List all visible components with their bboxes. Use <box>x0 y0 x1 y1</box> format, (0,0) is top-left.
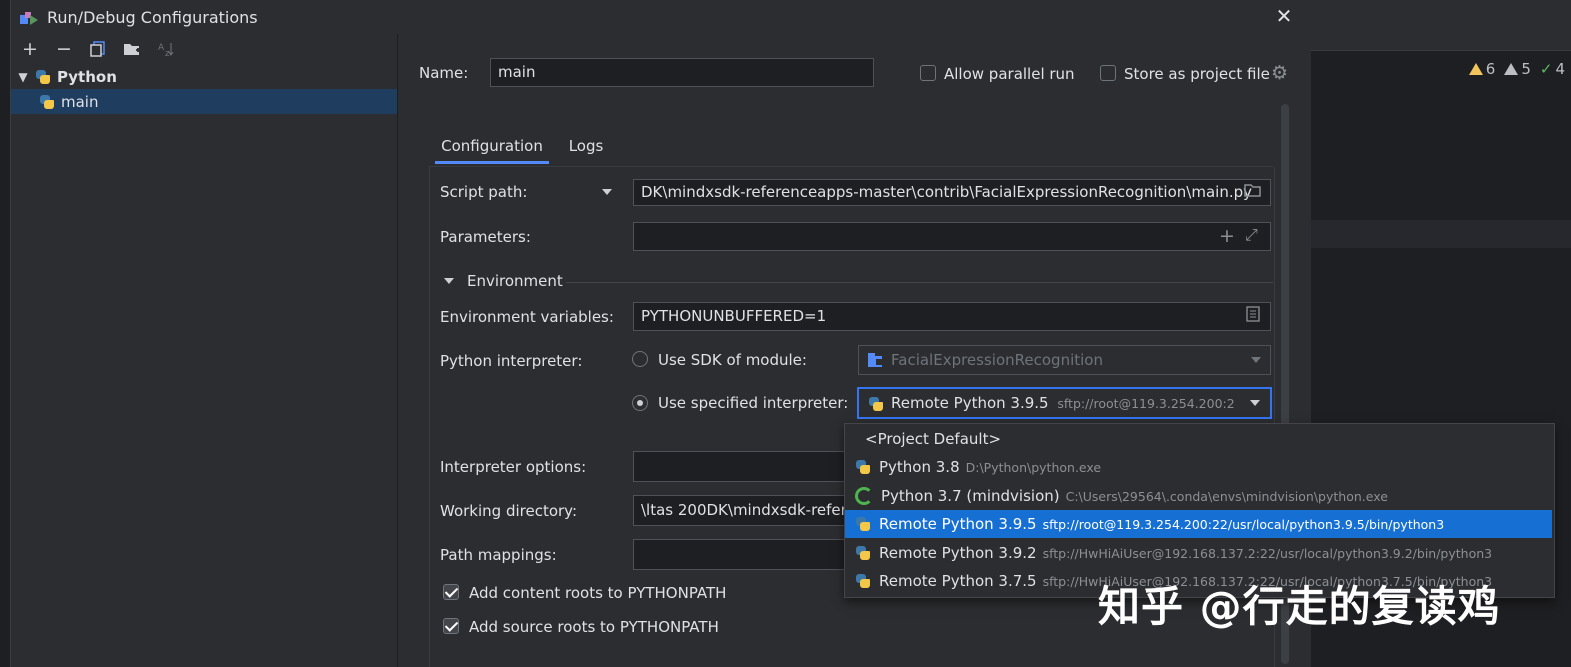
remote-python-icon <box>868 396 884 412</box>
popup-item-name: Python 3.7 (mindvision) <box>881 487 1060 505</box>
popup-item-project-default[interactable]: <Project Default> <box>845 425 1552 453</box>
popup-item[interactable]: Python 3.8 D:\Python\python.exe <box>845 453 1552 481</box>
tab-configuration[interactable]: Configuration <box>435 137 549 164</box>
run-config-icon <box>19 10 38 25</box>
inspection-widget[interactable]: 6 5 ✓ 4 <box>1468 60 1565 78</box>
interpreter-options-input[interactable] <box>633 451 863 482</box>
script-type-dropdown-icon[interactable] <box>602 189 612 195</box>
use-sdk-radio[interactable] <box>632 351 648 367</box>
popup-item-name: Remote Python 3.7.5 <box>879 572 1037 590</box>
sort-icon[interactable]: Az <box>151 36 181 62</box>
config-tree-panel: + − Az ▼ Python main <box>11 34 398 667</box>
module-icon <box>868 353 884 367</box>
python-icon <box>39 94 55 110</box>
close-icon[interactable]: ✕ <box>1273 5 1295 27</box>
tab-logs[interactable]: Logs <box>564 137 608 155</box>
working-directory-label: Working directory: <box>440 502 578 520</box>
interpreter-dropdown-popup: <Project Default> Python 3.8 D:\Python\p… <box>844 423 1555 598</box>
add-icon[interactable]: + <box>15 36 45 62</box>
weak-warning-icon <box>1504 63 1519 75</box>
path-mappings-input[interactable] <box>633 539 863 570</box>
popup-item-name: Remote Python 3.9.5 <box>879 515 1037 533</box>
remote-python-icon <box>855 545 871 561</box>
env-vars-input[interactable]: PYTHONUNBUFFERED=1 <box>633 302 1271 331</box>
copy-icon[interactable] <box>83 36 113 62</box>
chevron-down-icon[interactable] <box>1251 357 1261 363</box>
script-path-input[interactable]: DK\mindxsdk-referenceapps-master\contrib… <box>633 179 1271 206</box>
popup-item-selected[interactable]: Remote Python 3.9.5 sftp://root@119.3.25… <box>845 510 1552 538</box>
warnings-count: 6 <box>1468 60 1495 78</box>
popup-item-label: <Project Default> <box>865 430 1002 448</box>
path-mappings-label: Path mappings: <box>440 546 557 564</box>
remote-python-icon <box>855 516 871 532</box>
warning-icon <box>1468 63 1483 75</box>
plus-icon[interactable]: + <box>1219 225 1235 247</box>
remote-python-icon <box>855 573 871 589</box>
tree-node-label: main <box>61 92 99 111</box>
tree-toolbar: + − Az <box>11 34 397 64</box>
tree-node-label: Python <box>57 67 117 86</box>
ok-count: ✓ 4 <box>1539 60 1565 78</box>
popup-item[interactable]: Python 3.7 (mindvision) C:\Users\29564\.… <box>845 482 1552 510</box>
popup-item-path: sftp://HwHiAiUser@192.168.137.2:22/usr/l… <box>1042 545 1493 561</box>
popup-item[interactable]: Remote Python 3.9.2 sftp://HwHiAiUser@19… <box>845 539 1552 567</box>
watermark: 知乎 @行走的复读鸡 <box>1098 582 1501 631</box>
python-icon <box>35 69 51 85</box>
use-specified-radio[interactable] <box>632 395 648 411</box>
popup-item-name: Python 3.8 <box>879 458 960 476</box>
allow-parallel-checkbox[interactable] <box>920 65 936 81</box>
list-icon[interactable] <box>1246 306 1260 326</box>
current-line-highlight <box>1310 220 1571 248</box>
interpreter-select[interactable]: Remote Python 3.9.5 sftp://root@119.3.25… <box>857 387 1272 419</box>
add-source-roots-checkbox[interactable] <box>443 618 459 634</box>
svg-text:A: A <box>158 43 165 53</box>
dialog-titlebar: Run/Debug Configurations ✕ <box>11 0 1311 34</box>
popup-item-name: Remote Python 3.9.2 <box>879 544 1037 562</box>
remove-icon[interactable]: − <box>49 36 79 62</box>
conda-ring-icon <box>855 487 873 505</box>
name-input[interactable]: main <box>490 58 874 87</box>
interpreter-select-path: sftp://root@119.3.254.200:22/u <box>1057 396 1255 411</box>
editor-tab-bar <box>1310 0 1571 51</box>
popup-item-path: D:\Python\python.exe <box>965 459 1102 475</box>
parameters-label: Parameters: <box>440 228 531 246</box>
dialog-title: Run/Debug Configurations <box>47 7 258 27</box>
interpreter-select-name: Remote Python 3.9.5 <box>891 394 1049 412</box>
expand-icon[interactable]: ⤢ <box>1245 225 1258 245</box>
store-project-checkbox[interactable] <box>1100 65 1116 81</box>
environment-section-title: Environment <box>467 272 563 290</box>
folder-icon[interactable] <box>1244 182 1262 202</box>
env-vars-label: Environment variables: <box>440 308 614 326</box>
name-label: Name: <box>419 64 469 82</box>
use-specified-label: Use specified interpreter: <box>658 394 849 412</box>
python-icon <box>855 459 871 475</box>
gear-icon[interactable]: ⚙ <box>1271 62 1288 84</box>
use-sdk-label: Use SDK of module: <box>658 351 807 369</box>
working-directory-input[interactable]: \ltas 200DK\mindxsdk-referen <box>633 495 863 526</box>
add-content-roots-label: Add content roots to PYTHONPATH <box>469 584 727 602</box>
script-path-label: Script path: <box>440 183 528 201</box>
add-content-roots-checkbox[interactable] <box>443 584 459 600</box>
interpreter-options-label: Interpreter options: <box>440 458 587 476</box>
tree-node-main[interactable]: main <box>11 89 397 114</box>
chevron-down-icon[interactable] <box>1250 400 1260 406</box>
allow-parallel-label: Allow parallel run <box>944 65 1075 83</box>
python-interpreter-label: Python interpreter: <box>440 352 583 370</box>
tree-node-python[interactable]: ▼ Python <box>11 64 397 89</box>
background-editor-strip <box>0 0 10 667</box>
chevron-down-icon[interactable] <box>444 278 454 284</box>
add-source-roots-label: Add source roots to PYTHONPATH <box>469 618 719 636</box>
store-project-label: Store as project file <box>1124 65 1270 83</box>
parameters-input[interactable] <box>633 222 1271 251</box>
new-folder-icon[interactable] <box>117 36 147 62</box>
sdk-module-select[interactable]: FacialExpressionRecognition <box>858 345 1271 375</box>
check-icon: ✓ <box>1539 60 1553 78</box>
weak-warnings-count: 5 <box>1504 60 1531 78</box>
chevron-down-icon[interactable]: ▼ <box>11 70 35 84</box>
popup-item-path: C:\Users\29564\.conda\envs\mindvision\py… <box>1065 488 1388 504</box>
popup-item-path: sftp://root@119.3.254.200:22/usr/local/p… <box>1042 516 1445 532</box>
section-divider <box>566 282 1273 283</box>
